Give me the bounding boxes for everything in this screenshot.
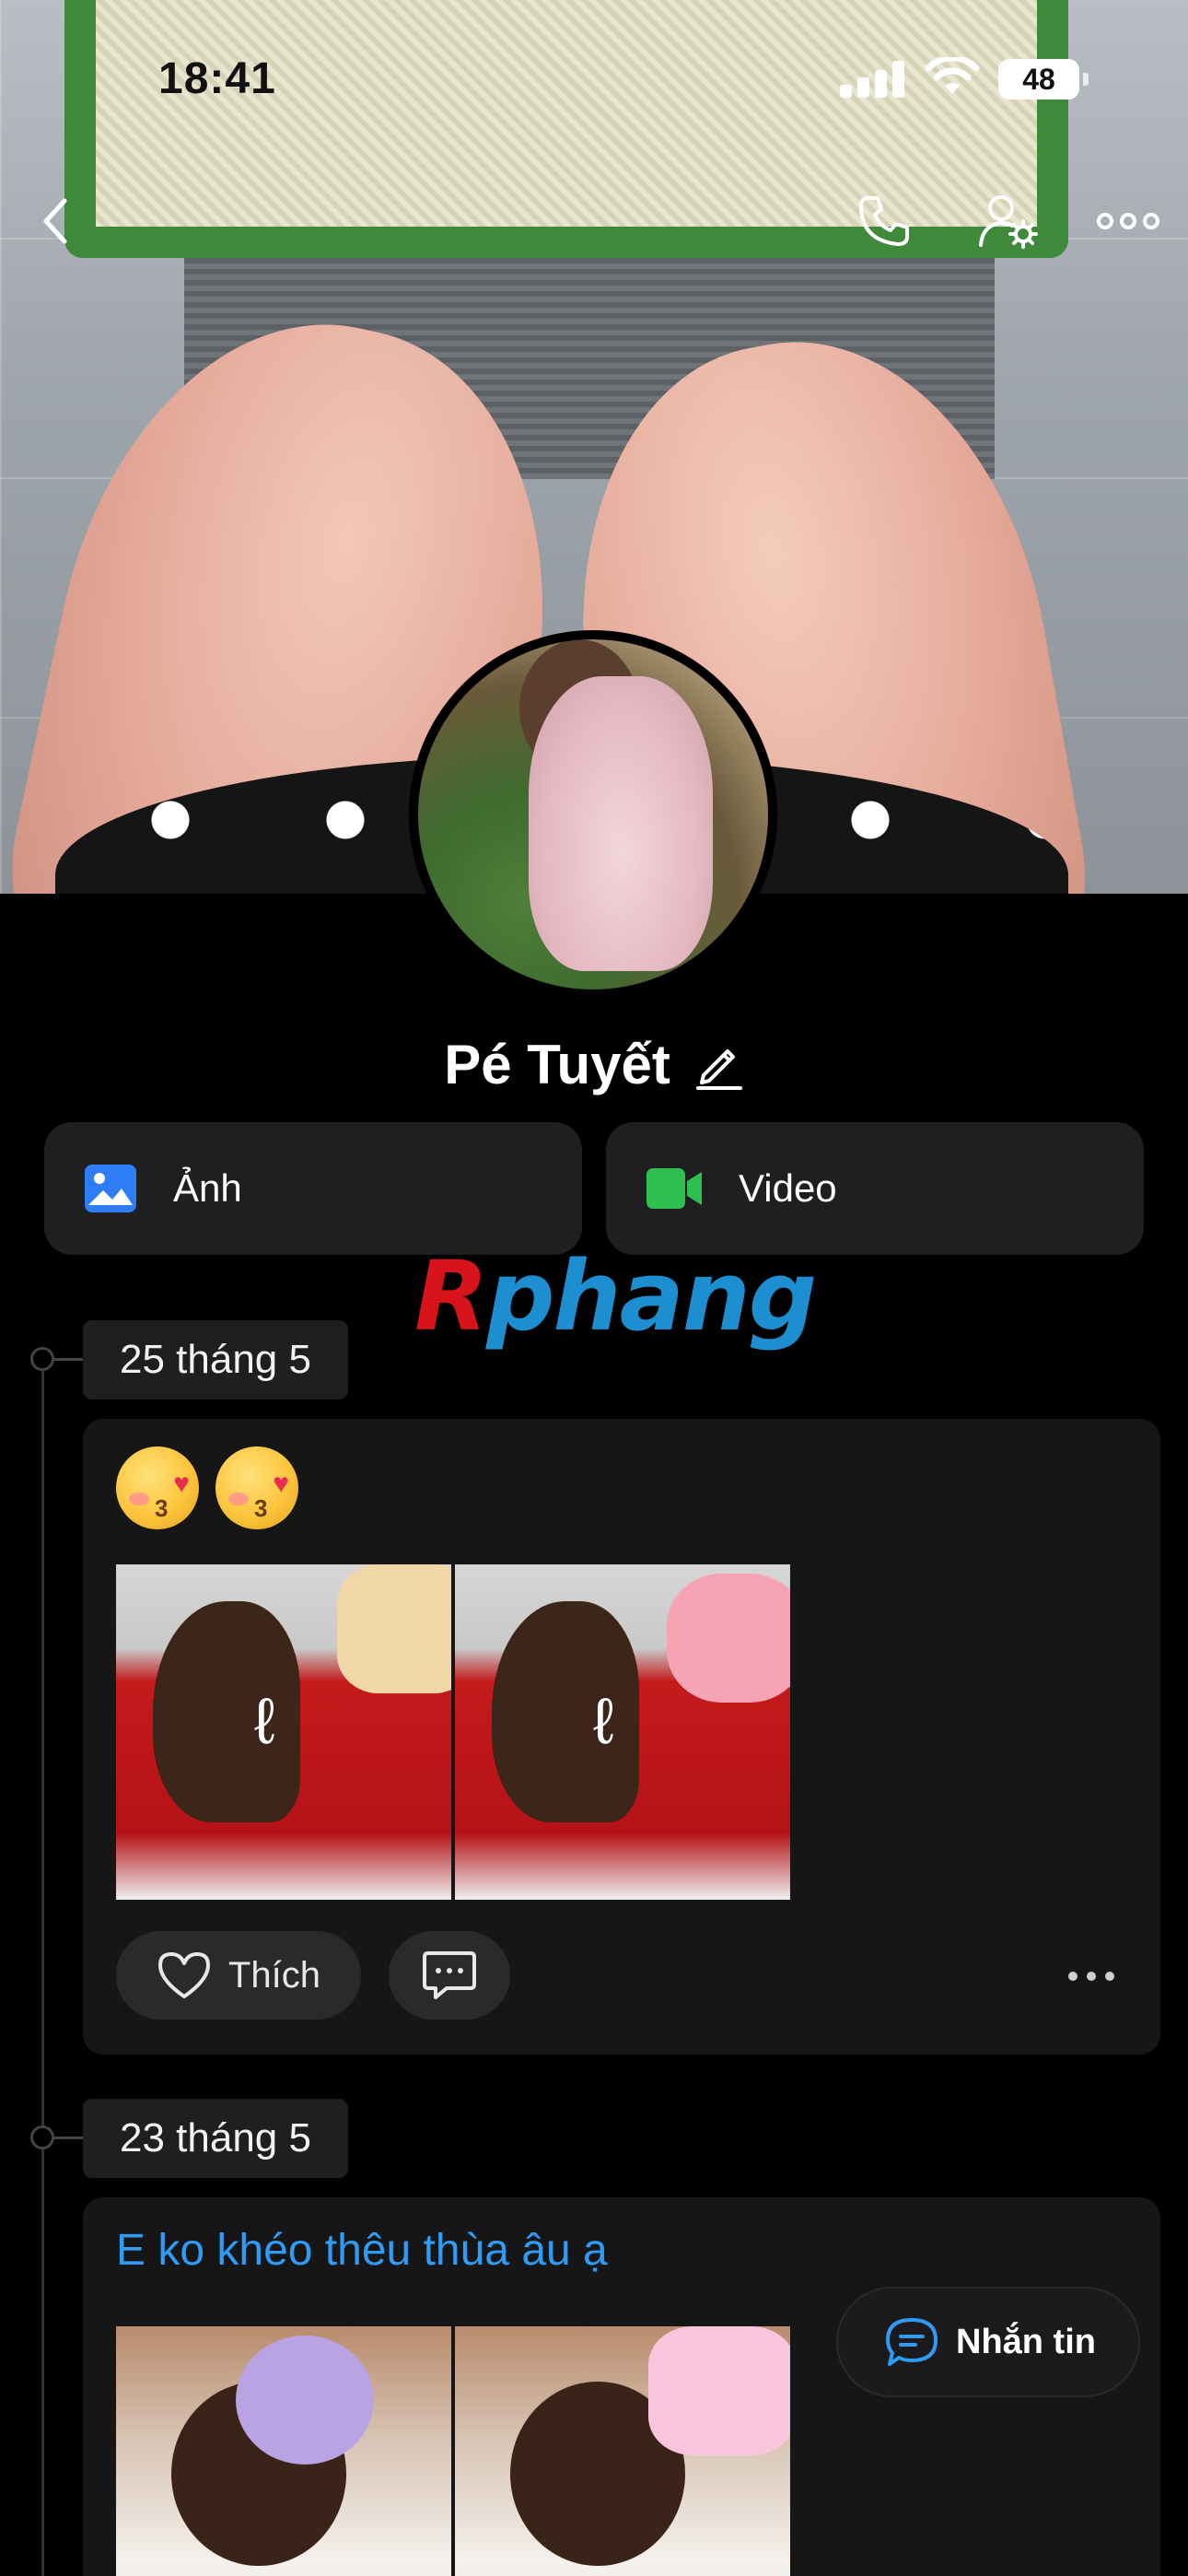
post-date-chip: 23 tháng 5 <box>83 2099 348 2178</box>
more-options-button[interactable] <box>1091 184 1165 258</box>
send-message-label: Nhắn tin <box>956 2322 1096 2361</box>
wifi-icon <box>925 57 980 94</box>
status-time: 18:41 <box>158 54 276 103</box>
like-button[interactable]: Thích <box>116 1931 361 2020</box>
timeline-dot <box>30 1347 54 1371</box>
post-caption: E ko khéo thêu thùa âu ạ <box>116 2226 608 2275</box>
kissing-heart-emoji-icon: ♥ 3 <box>215 1446 298 1529</box>
kissing-heart-emoji-icon: ♥ 3 <box>116 1446 199 1529</box>
battery-indicator: 48 <box>998 59 1089 100</box>
like-label: Thích <box>227 1954 321 1996</box>
videos-label: Video <box>739 1166 837 1210</box>
comment-button[interactable] <box>389 1931 510 2020</box>
photo-icon <box>85 1165 136 1212</box>
timeline-post[interactable]: ♥ 3 ♥ 3 ℓ ℓ Thích <box>83 1419 1160 2055</box>
heart-icon <box>157 1952 210 1998</box>
video-camera-icon <box>646 1168 702 1209</box>
chat-bubble-icon <box>886 2318 938 2366</box>
timeline-line <box>41 1360 44 2576</box>
profile-name: Pé Tuyết <box>444 1033 670 1095</box>
post-photo-grid <box>116 2326 790 2576</box>
edit-name-icon[interactable] <box>693 1038 744 1090</box>
status-bar: 18:41 48 <box>0 0 1188 157</box>
post-photo[interactable] <box>455 2326 790 2576</box>
videos-button[interactable]: Video <box>606 1122 1144 1255</box>
photos-button[interactable]: Ảnh <box>44 1122 582 1255</box>
profile-name-row: Pé Tuyết <box>0 1027 1188 1101</box>
chevron-left-icon <box>43 198 67 244</box>
send-message-button[interactable]: Nhắn tin <box>836 2287 1140 2397</box>
post-photo[interactable]: ℓ <box>455 1564 790 1900</box>
post-emoji-row: ♥ 3 ♥ 3 <box>116 1446 298 1529</box>
post-photo-grid: ℓ ℓ <box>116 1564 790 1900</box>
post-photo[interactable] <box>116 2326 451 2576</box>
cellular-signal-icon <box>840 61 906 98</box>
profile-settings-button[interactable] <box>972 184 1045 258</box>
profile-avatar[interactable] <box>409 630 777 999</box>
back-button[interactable] <box>28 184 83 258</box>
more-horizontal-icon <box>1097 213 1159 229</box>
timeline-dot <box>30 2125 54 2149</box>
post-more-options-icon[interactable] <box>1068 1962 1124 1990</box>
call-button[interactable] <box>847 184 921 258</box>
photos-label: Ảnh <box>173 1166 242 1210</box>
timeline-tick <box>54 2137 84 2139</box>
post-photo[interactable]: ℓ <box>116 1564 451 1900</box>
watermark-logo: Rphang <box>414 1240 817 1352</box>
timeline-tick <box>54 1358 84 1361</box>
user-settings-icon <box>979 195 1038 249</box>
comment-icon <box>423 1951 476 1999</box>
post-date-chip: 25 tháng 5 <box>83 1320 348 1399</box>
phone-icon <box>859 196 909 246</box>
